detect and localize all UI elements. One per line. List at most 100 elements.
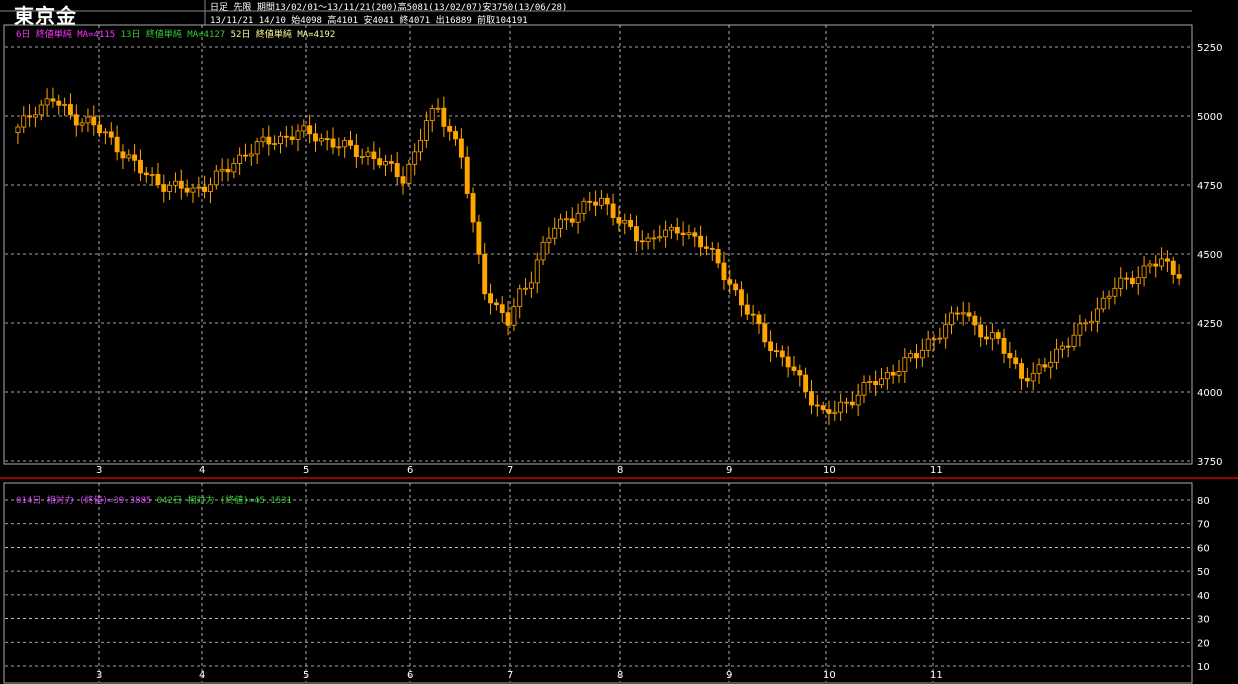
candle-body [126,154,132,159]
candle-body [663,229,669,238]
candle-body [394,163,400,178]
candle-body [79,122,85,126]
candle-body [925,338,931,351]
candle-body [377,158,383,166]
candle-body [254,141,260,155]
candle-body [342,140,348,148]
candle-body [517,288,523,308]
candle-body [1176,274,1182,279]
candle-body [441,107,447,127]
candle-body [552,227,558,239]
rsi-y-tick-label: 80 [1197,496,1210,507]
candle-body [803,374,809,392]
candle-body [313,133,318,142]
candle-body [21,115,27,128]
candle-body [120,151,126,159]
candle-body [330,138,336,148]
candle-body [1112,287,1118,297]
candle-body [744,304,750,315]
candle-body [1159,258,1165,267]
price-x-tick-label: 10 [823,465,836,476]
candle-body [435,107,441,110]
candle-body [581,200,587,214]
candle-body [143,172,149,176]
candle-body [633,226,639,242]
candle-body [278,135,283,145]
candle-body [779,350,785,358]
candle-body [184,187,190,193]
candle-body [727,279,733,285]
rsi-x-tick-label: 9 [726,670,732,681]
candle-body [423,120,429,141]
candle-body [1054,348,1059,363]
candle-body [371,151,377,160]
candle-body [365,151,371,157]
candle-body [628,219,634,227]
price-y-tick-label: 4000 [1197,388,1222,399]
candle-body [272,143,278,146]
candle-body [546,237,552,243]
candle-body [651,237,657,240]
candle-body [984,336,989,340]
candle-body [114,136,120,153]
rsi-y-tick-label: 40 [1197,591,1210,602]
price-x-tick-label: 7 [507,465,513,476]
rsi-y-tick-label: 60 [1197,543,1210,554]
candle-body [32,114,38,118]
candle-body [855,394,861,406]
candle-body [528,282,534,289]
candle-body [464,156,470,194]
price-y-tick-label: 4250 [1197,319,1222,330]
candle-body [762,323,768,343]
candle-body [721,262,727,281]
candle-body [353,144,359,157]
candle-body [616,217,622,224]
candle-body [73,114,79,126]
candle-body [155,174,161,185]
candle-body [966,312,972,317]
price-y-tick-label: 5000 [1197,112,1222,123]
candle-body [1071,334,1077,347]
candle-body [674,226,680,234]
candle-body [103,131,108,134]
candle-body [1094,308,1100,322]
candle-body [67,104,73,116]
candle-body [388,161,394,164]
candle-body [208,184,213,192]
candle-body [884,371,890,380]
candle-body [418,139,423,153]
candle-body [213,170,219,186]
candle-body [1141,265,1147,279]
candle-body [937,337,943,340]
rsi-y-tick-label: 70 [1197,520,1210,531]
candle-body [190,187,196,193]
candle-body [173,180,178,186]
candle-body [412,151,418,165]
candle-body [1019,363,1024,379]
chart-window: 東京金 日足 先限 期間13/02/01～13/11/21(200)高5081(… [0,0,1238,684]
candle-body [458,138,464,158]
candle-body [814,404,820,407]
candle-body [219,168,225,172]
candle-body [750,313,756,316]
candle-body [85,116,91,124]
candle-body [873,381,879,386]
candle-body [295,130,301,140]
candle-body [289,136,295,140]
candle-body [27,115,33,118]
candle-body [972,315,978,326]
candle-body [867,381,873,383]
candle-body [1083,322,1089,325]
candle-body [587,200,593,203]
candle-body [1065,345,1071,348]
candle-body [902,357,908,373]
candle-body [908,353,914,359]
price-x-tick-label: 4 [199,465,205,476]
price-y-tick-label: 4750 [1197,181,1222,192]
candle-body [534,259,540,284]
candle-body [809,391,814,406]
price-x-tick-label: 9 [726,465,732,476]
candle-body [178,180,184,189]
candle-body [954,312,960,315]
candle-body [890,371,896,376]
